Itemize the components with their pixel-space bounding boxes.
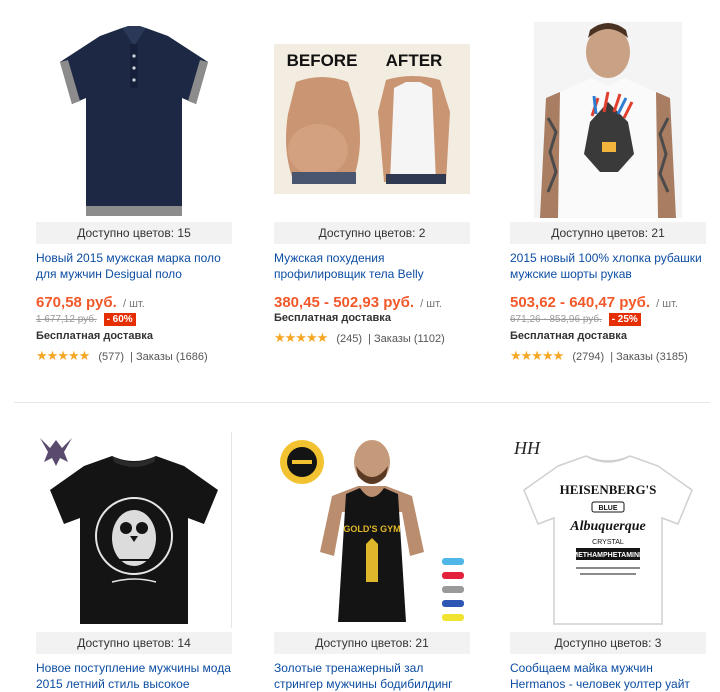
product-title-link[interactable]: Золотые тренажерный зал стрингер мужчины… [274,660,470,692]
old-price-row: 1 677,12 руб. - 60% [36,313,232,329]
owl-tshirt-icon [40,438,218,624]
brand-logo-text: HH [513,438,541,458]
product-image[interactable] [510,22,706,218]
product-card[interactable]: Доступно цветов: 21 2015 новый 100% хлоп… [510,22,706,364]
product-card[interactable]: BEFORE AFTER Доступно цветов: 2 Мужская … [274,22,470,346]
product-image[interactable] [36,22,232,218]
product-image[interactable]: HH HEISENBERG'S BLUE Albuquerque CRYSTAL… [510,432,706,628]
free-shipping: Бесплатная доставка [274,312,391,324]
review-count[interactable]: (245) [336,333,362,345]
orders-count[interactable]: | Заказы (3185) [610,351,688,363]
review-count[interactable]: (2794) [572,351,604,363]
discount-badge: - 60% [103,313,136,326]
product-card[interactable]: Доступно цветов: 15 Новый 2015 мужская м… [36,22,232,364]
rating-stars-icon: ★★★★★ [274,330,328,345]
available-colors: Доступно цветов: 15 [36,222,232,244]
product-title-link[interactable]: 2015 новый 100% хлопка рубашки мужские ш… [510,250,706,282]
product-image[interactable]: BEFORE AFTER [274,22,470,218]
product-title-link[interactable]: Новое поступление мужчины мода 2015 летн… [36,660,232,692]
old-price: 671,26 - 853,96 руб. [510,314,602,325]
price: 380,45 - 502,93 руб. / шт. [274,294,470,311]
price: 670,58 руб. / шт. [36,294,232,311]
product-title-link[interactable]: Новый 2015 мужская марка поло для мужчин… [36,250,232,282]
orders-count[interactable]: | Заказы (1102) [368,333,445,345]
price-unit: / шт. [656,298,678,310]
available-colors: Доступно цветов: 2 [274,222,470,244]
rating-row: ★★★★★ (245) | Заказы (1102) [274,330,470,346]
product-title-link[interactable]: Мужская похудения профилировщик тела Bel… [274,250,470,282]
review-count[interactable]: (577) [98,351,124,363]
free-shipping: Бесплатная доставка [36,330,153,342]
available-colors: Доступно цветов: 21 [510,222,706,244]
rating-row: ★★★★★ (577) | Заказы (1686) [36,348,232,364]
price-unit: / шт. [420,298,442,310]
price-value: 503,62 - 640,47 руб. [510,294,650,311]
price-unit: / шт. [122,298,145,310]
available-colors: Доступно цветов: 14 [36,632,232,654]
tshirt-print-crystal: CRYSTAL [592,539,624,546]
rating-stars-icon: ★★★★★ [36,348,90,363]
product-title-link[interactable]: Сообщаем майка мужчин Hermanos - человек… [510,660,706,692]
tshirt-print-title: HEISENBERG'S [560,482,657,497]
available-colors: Доступно цветов: 21 [274,632,470,654]
after-label: AFTER [386,51,443,70]
printed-tshirt-model-icon [534,22,682,218]
rating-row: ★★★★★ (2794) | Заказы (3185) [510,348,706,364]
before-label: BEFORE [287,51,358,70]
free-shipping: Бесплатная доставка [510,330,627,342]
rating-stars-icon: ★★★★★ [510,348,564,363]
tshirt-print-city: Albuquerque [569,519,645,534]
available-colors: Доступно цветов: 3 [510,632,706,654]
old-price: 1 677,12 руб. [36,314,97,325]
old-price-row: 671,26 - 853,96 руб. - 25% [510,313,706,329]
tshirt-print-meth: METHAMPHETAMINE [572,552,644,559]
gym-tank-top-icon: GOLD'S GYM [280,440,464,622]
price: 503,62 - 640,47 руб. / шт. [510,294,706,311]
tshirt-print-blue: BLUE [598,505,617,512]
product-card[interactable]: GOLD'S GYM Доступно цветов: 21 Золотые т… [274,432,470,692]
body-shaper-before-after-icon: BEFORE AFTER [274,44,470,194]
heisenberg-tshirt-icon: HH HEISENBERG'S BLUE Albuquerque CRYSTAL… [513,438,693,625]
product-image[interactable]: GOLD'S GYM [274,432,470,628]
discount-badge: - 25% [608,313,641,326]
orders-count[interactable]: | Заказы (1686) [130,351,208,363]
gym-logo-text: GOLD'S GYM [343,524,400,534]
product-image[interactable] [36,432,232,628]
price-value: 380,45 - 502,93 руб. [274,294,414,311]
polo-shirt-icon [60,26,208,216]
product-card[interactable]: Доступно цветов: 14 Новое поступление му… [36,432,232,692]
product-card[interactable]: HH HEISENBERG'S BLUE Albuquerque CRYSTAL… [510,432,706,692]
row-divider [14,402,710,403]
price-value: 670,58 руб. [36,294,117,311]
